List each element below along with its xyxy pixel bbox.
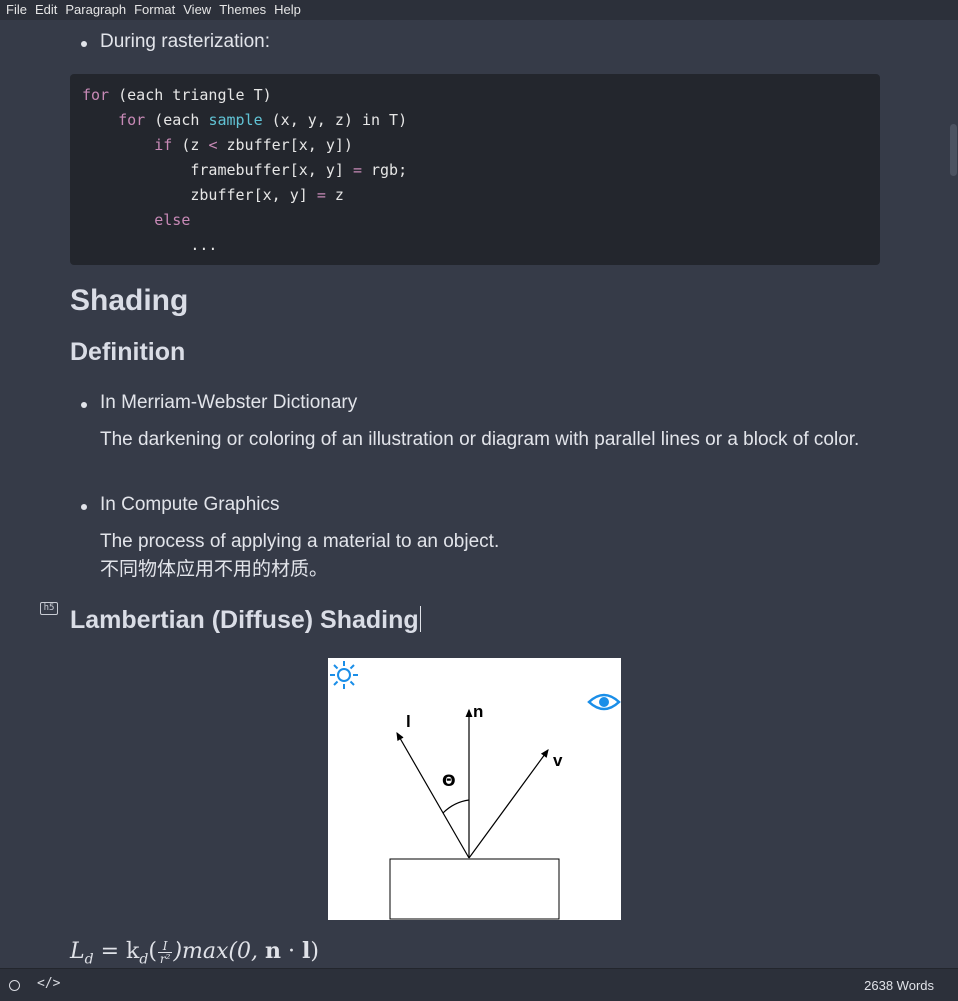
scrollbar-track[interactable] [948,20,958,968]
menu-edit[interactable]: Edit [31,0,61,20]
code-line: else [154,211,191,229]
text-cursor [419,606,421,632]
code-line: if (z < zbuffer[x, y]) [154,136,353,154]
menu-file[interactable]: File [2,0,31,20]
menu-format[interactable]: Format [130,0,179,20]
light-vector [396,731,470,859]
sun-icon [330,661,358,689]
code-block[interactable]: for (each triangle T) for (each sample (… [70,74,880,265]
code-line: for (each sample (x, y, z) in T) [118,111,408,129]
code-line: ... [190,236,218,254]
bullet-compute-graphics: In Compute Graphics [81,494,280,515]
label-n: n [473,702,483,721]
code-line: for (each triangle T) [82,86,272,104]
editor-content[interactable]: During rasterization: for (each triangle… [0,20,948,968]
paragraph-mw-definition: The darkening or coloring of an illustra… [100,429,860,450]
label-v: v [553,751,563,770]
paragraph-cg-definition: The process of applying a material to an… [100,531,500,552]
bullet-rasterization: During rasterization: [80,31,271,52]
menu-paragraph[interactable]: Paragraph [61,0,130,20]
heading-definition: Definition [70,338,186,366]
source-code-mode-icon[interactable]: </> [37,976,60,991]
heading-lambertian[interactable]: Lambertian (Diffuse) Shading [70,606,421,635]
word-count[interactable]: 2638 Words [864,978,934,993]
eye-icon [587,693,621,711]
menu-help[interactable]: Help [270,0,305,20]
theta-arc [442,799,470,814]
menu-view[interactable]: View [179,0,215,20]
lambertian-formula: Ld = kd(Ir²)max(0, n · l) [70,938,319,968]
menu-bar: File Edit Paragraph Format View Themes H… [0,0,958,20]
label-theta: Θ [442,771,456,790]
bullet-merriam-webster: In Merriam-Webster Dictionary [80,392,358,413]
diagram-svg: l n v Θ [330,661,621,920]
menu-themes[interactable]: Themes [215,0,270,20]
sidebar-toggle-icon[interactable] [9,980,20,991]
code-line: framebuffer[x, y] = rgb; [190,161,408,179]
view-vector [468,749,549,859]
scrollbar-thumb[interactable] [950,124,957,176]
surface-rect [389,858,560,920]
code-line: zbuffer[x, y] = z [190,186,344,204]
heading-shading: Shading [70,284,189,317]
heading-level-badge[interactable]: h5 [40,602,58,615]
paragraph-cg-chinese: 不同物体应用不用的材质。 [100,559,329,580]
status-bar: </> 2638 Words [0,968,958,1001]
label-l: l [406,712,411,731]
lambertian-diagram: l n v Θ [328,658,621,920]
